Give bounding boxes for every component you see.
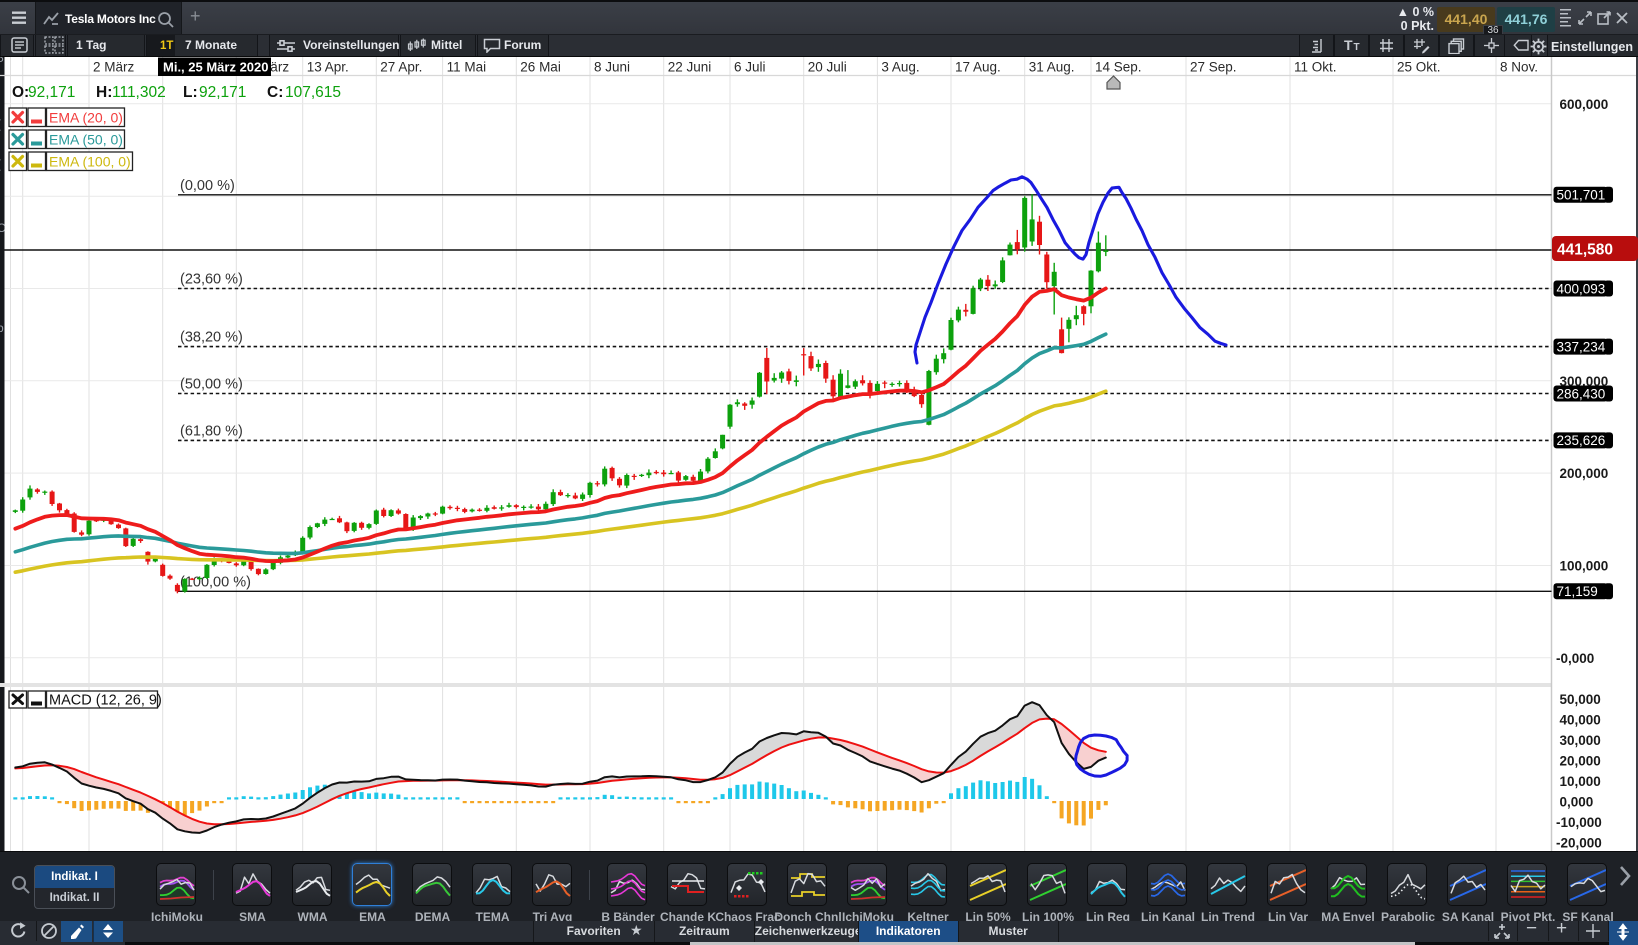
svg-text:(0,00 %): (0,00 %) <box>180 178 235 194</box>
svg-text:(23,60 %): (23,60 %) <box>180 272 243 288</box>
svg-text:(50,00 %): (50,00 %) <box>180 377 243 393</box>
svg-text:13 Apr.: 13 Apr. <box>307 60 349 75</box>
svg-text:111,302: 111,302 <box>112 84 166 101</box>
svg-text:L:: L: <box>183 84 198 101</box>
svg-text:11 Mai: 11 Mai <box>447 60 487 75</box>
svg-text:71,159: 71,159 <box>1557 584 1598 599</box>
svg-text:30,000: 30,000 <box>1560 733 1601 748</box>
svg-text:26 Mai: 26 Mai <box>520 60 561 75</box>
svg-text:3 Aug.: 3 Aug. <box>881 60 919 75</box>
svg-text:337,234: 337,234 <box>1557 339 1606 354</box>
svg-text:-0,000: -0,000 <box>1556 651 1594 666</box>
svg-text:(61,80 %): (61,80 %) <box>180 423 243 439</box>
svg-text:27 Apr.: 27 Apr. <box>380 60 422 75</box>
svg-text:T: T <box>1354 42 1360 53</box>
svg-text:8 Nov.: 8 Nov. <box>1500 60 1538 75</box>
svg-text:MACD (12, 26, 9): MACD (12, 26, 9) <box>49 693 162 709</box>
svg-text:(: ( <box>0 157 1 171</box>
svg-text:501,701: 501,701 <box>1557 188 1606 203</box>
svg-text:11 Okt.: 11 Okt. <box>1294 60 1337 75</box>
svg-text:0,000: 0,000 <box>1560 795 1594 810</box>
svg-text:EMA (100, 0): EMA (100, 0) <box>49 154 131 170</box>
svg-text:441,580: 441,580 <box>1557 242 1613 259</box>
svg-text:6 Juli: 6 Juli <box>734 60 766 75</box>
svg-text:400,093: 400,093 <box>1557 281 1606 296</box>
svg-text:235,626: 235,626 <box>1557 433 1606 448</box>
svg-text:Mi., 25 März 2020: Mi., 25 März 2020 <box>163 60 269 75</box>
svg-text:8 Juni: 8 Juni <box>594 60 630 75</box>
svg-text:2 März: 2 März <box>93 60 135 75</box>
svg-text:31 Aug.: 31 Aug. <box>1029 60 1075 75</box>
svg-text:25 Okt.: 25 Okt. <box>1397 60 1441 75</box>
svg-text:40,000: 40,000 <box>1560 713 1601 728</box>
svg-text:200,000: 200,000 <box>1560 466 1609 481</box>
svg-text:O:: O: <box>12 84 29 101</box>
svg-text:C:: C: <box>267 84 283 101</box>
svg-text:600,000: 600,000 <box>1560 97 1609 112</box>
svg-text:100,000: 100,000 <box>1560 559 1609 574</box>
svg-text:92,171: 92,171 <box>199 84 246 101</box>
svg-text:286,430: 286,430 <box>1557 386 1606 401</box>
svg-text:EMA (50, 0): EMA (50, 0) <box>49 132 123 148</box>
svg-text:-10,000: -10,000 <box>1556 815 1602 830</box>
svg-text:(100,00 %): (100,00 %) <box>180 574 251 590</box>
svg-text:27 Sep.: 27 Sep. <box>1190 60 1237 75</box>
svg-text:-20,000: -20,000 <box>1556 836 1602 851</box>
svg-text:50,000: 50,000 <box>1560 692 1601 707</box>
svg-text:20 Juli: 20 Juli <box>808 60 847 75</box>
svg-text:22 Juni: 22 Juni <box>668 60 712 75</box>
svg-text:14 Sep.: 14 Sep. <box>1095 60 1142 75</box>
svg-text:H:: H: <box>96 84 112 101</box>
svg-text:(38,20 %): (38,20 %) <box>180 330 243 346</box>
svg-text:EMA (20, 0): EMA (20, 0) <box>49 110 123 126</box>
svg-text:20,000: 20,000 <box>1560 754 1601 769</box>
svg-text:107,615: 107,615 <box>285 84 341 101</box>
svg-text:17 Aug.: 17 Aug. <box>955 60 1001 75</box>
svg-text:10,000: 10,000 <box>1560 774 1601 789</box>
svg-text:b: b <box>0 321 4 335</box>
svg-text:92,171: 92,171 <box>28 84 75 101</box>
svg-text:T: T <box>1344 37 1353 53</box>
svg-text:(: ( <box>0 117 1 131</box>
